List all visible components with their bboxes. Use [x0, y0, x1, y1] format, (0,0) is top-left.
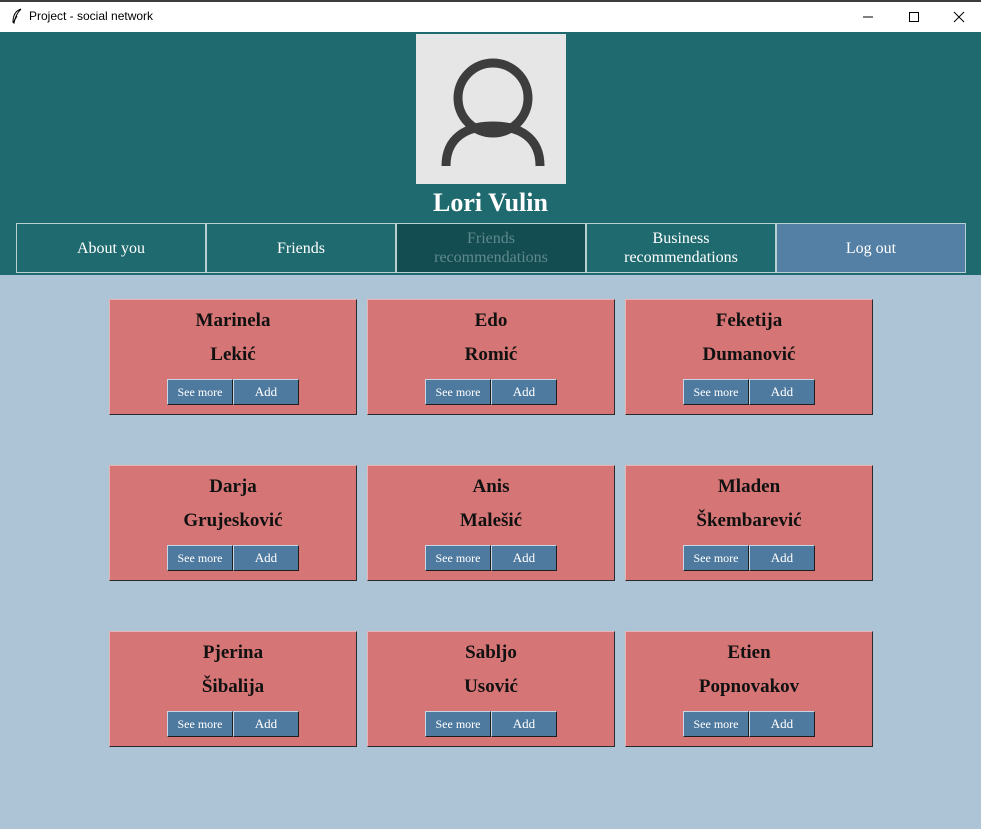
- add-friend-button[interactable]: Add: [491, 711, 557, 737]
- maximize-button[interactable]: [891, 2, 937, 32]
- first-name: Feketija: [715, 310, 783, 331]
- user-placeholder-icon: [416, 34, 566, 184]
- see-more-button[interactable]: See more: [425, 711, 491, 737]
- first-name: Etien: [727, 642, 771, 663]
- close-button[interactable]: [936, 2, 981, 32]
- last-name: Grujesković: [183, 510, 283, 531]
- nav-friends-recommendations[interactable]: Friends recommendations: [396, 223, 586, 273]
- first-name: Sabljo: [465, 642, 517, 663]
- add-friend-button[interactable]: Add: [749, 711, 815, 737]
- maximize-icon: [908, 11, 920, 23]
- last-name: Usović: [464, 676, 518, 697]
- window-title: Project - social network: [29, 9, 154, 23]
- nav-business-recommendations[interactable]: Business recommendations: [586, 223, 776, 273]
- last-name: Šibalija: [201, 676, 265, 697]
- last-name: Lekić: [210, 344, 256, 365]
- minimize-icon: [862, 11, 874, 23]
- avatar: [416, 34, 566, 184]
- add-friend-button[interactable]: Add: [491, 545, 557, 571]
- logout-button[interactable]: Log out: [776, 223, 966, 273]
- recommendation-card: Anis Malešić See more Add: [367, 465, 615, 581]
- see-more-button[interactable]: See more: [683, 711, 749, 737]
- see-more-button[interactable]: See more: [167, 379, 233, 405]
- window-titlebar: Project - social network: [0, 0, 981, 32]
- last-name: Romić: [464, 344, 518, 365]
- last-name: Popnovakov: [698, 676, 800, 697]
- first-name: Mladen: [717, 476, 781, 497]
- last-name: Malešić: [459, 510, 523, 531]
- nav-label: About you: [77, 239, 145, 257]
- nav-about-you[interactable]: About you: [16, 223, 206, 273]
- see-more-button[interactable]: See more: [167, 711, 233, 737]
- minimize-button[interactable]: [845, 2, 891, 32]
- first-name: Darja: [209, 476, 257, 497]
- nav-friends[interactable]: Friends: [206, 223, 396, 273]
- first-name: Marinela: [195, 310, 271, 331]
- add-friend-button[interactable]: Add: [749, 379, 815, 405]
- first-name: Pjerina: [202, 642, 264, 663]
- first-name: Edo: [474, 310, 508, 331]
- recommendation-card: Marinela Lekić See more Add: [109, 299, 357, 415]
- see-more-button[interactable]: See more: [683, 545, 749, 571]
- recommendation-card: Feketija Dumanović See more Add: [625, 299, 873, 415]
- feather-icon: [11, 8, 23, 25]
- recommendation-card: Pjerina Šibalija See more Add: [109, 631, 357, 747]
- nav-label: Friends recommendations: [434, 230, 548, 266]
- recommendation-card: Edo Romić See more Add: [367, 299, 615, 415]
- recommendation-card: Sabljo Usović See more Add: [367, 631, 615, 747]
- recommendation-card: Darja Grujesković See more Add: [109, 465, 357, 581]
- last-name: Škembarević: [696, 510, 802, 531]
- nav-label: Log out: [845, 239, 897, 257]
- add-friend-button[interactable]: Add: [233, 711, 299, 737]
- see-more-button[interactable]: See more: [683, 379, 749, 405]
- last-name: Dumanović: [702, 344, 796, 365]
- add-friend-button[interactable]: Add: [233, 379, 299, 405]
- add-friend-button[interactable]: Add: [491, 379, 557, 405]
- see-more-button[interactable]: See more: [425, 545, 491, 571]
- profile-header: Lori Vulin About you Friends Friends rec…: [0, 32, 981, 275]
- recommendation-card: Mladen Škembarević See more Add: [625, 465, 873, 581]
- see-more-button[interactable]: See more: [425, 379, 491, 405]
- see-more-button[interactable]: See more: [167, 545, 233, 571]
- add-friend-button[interactable]: Add: [233, 545, 299, 571]
- nav-label: Friends: [277, 239, 325, 257]
- close-icon: [953, 11, 965, 23]
- add-friend-button[interactable]: Add: [749, 545, 815, 571]
- recommendation-card: Etien Popnovakov See more Add: [625, 631, 873, 747]
- profile-name: Lori Vulin: [433, 188, 548, 217]
- first-name: Anis: [472, 476, 510, 497]
- nav-label: Business recommendations: [624, 230, 738, 266]
